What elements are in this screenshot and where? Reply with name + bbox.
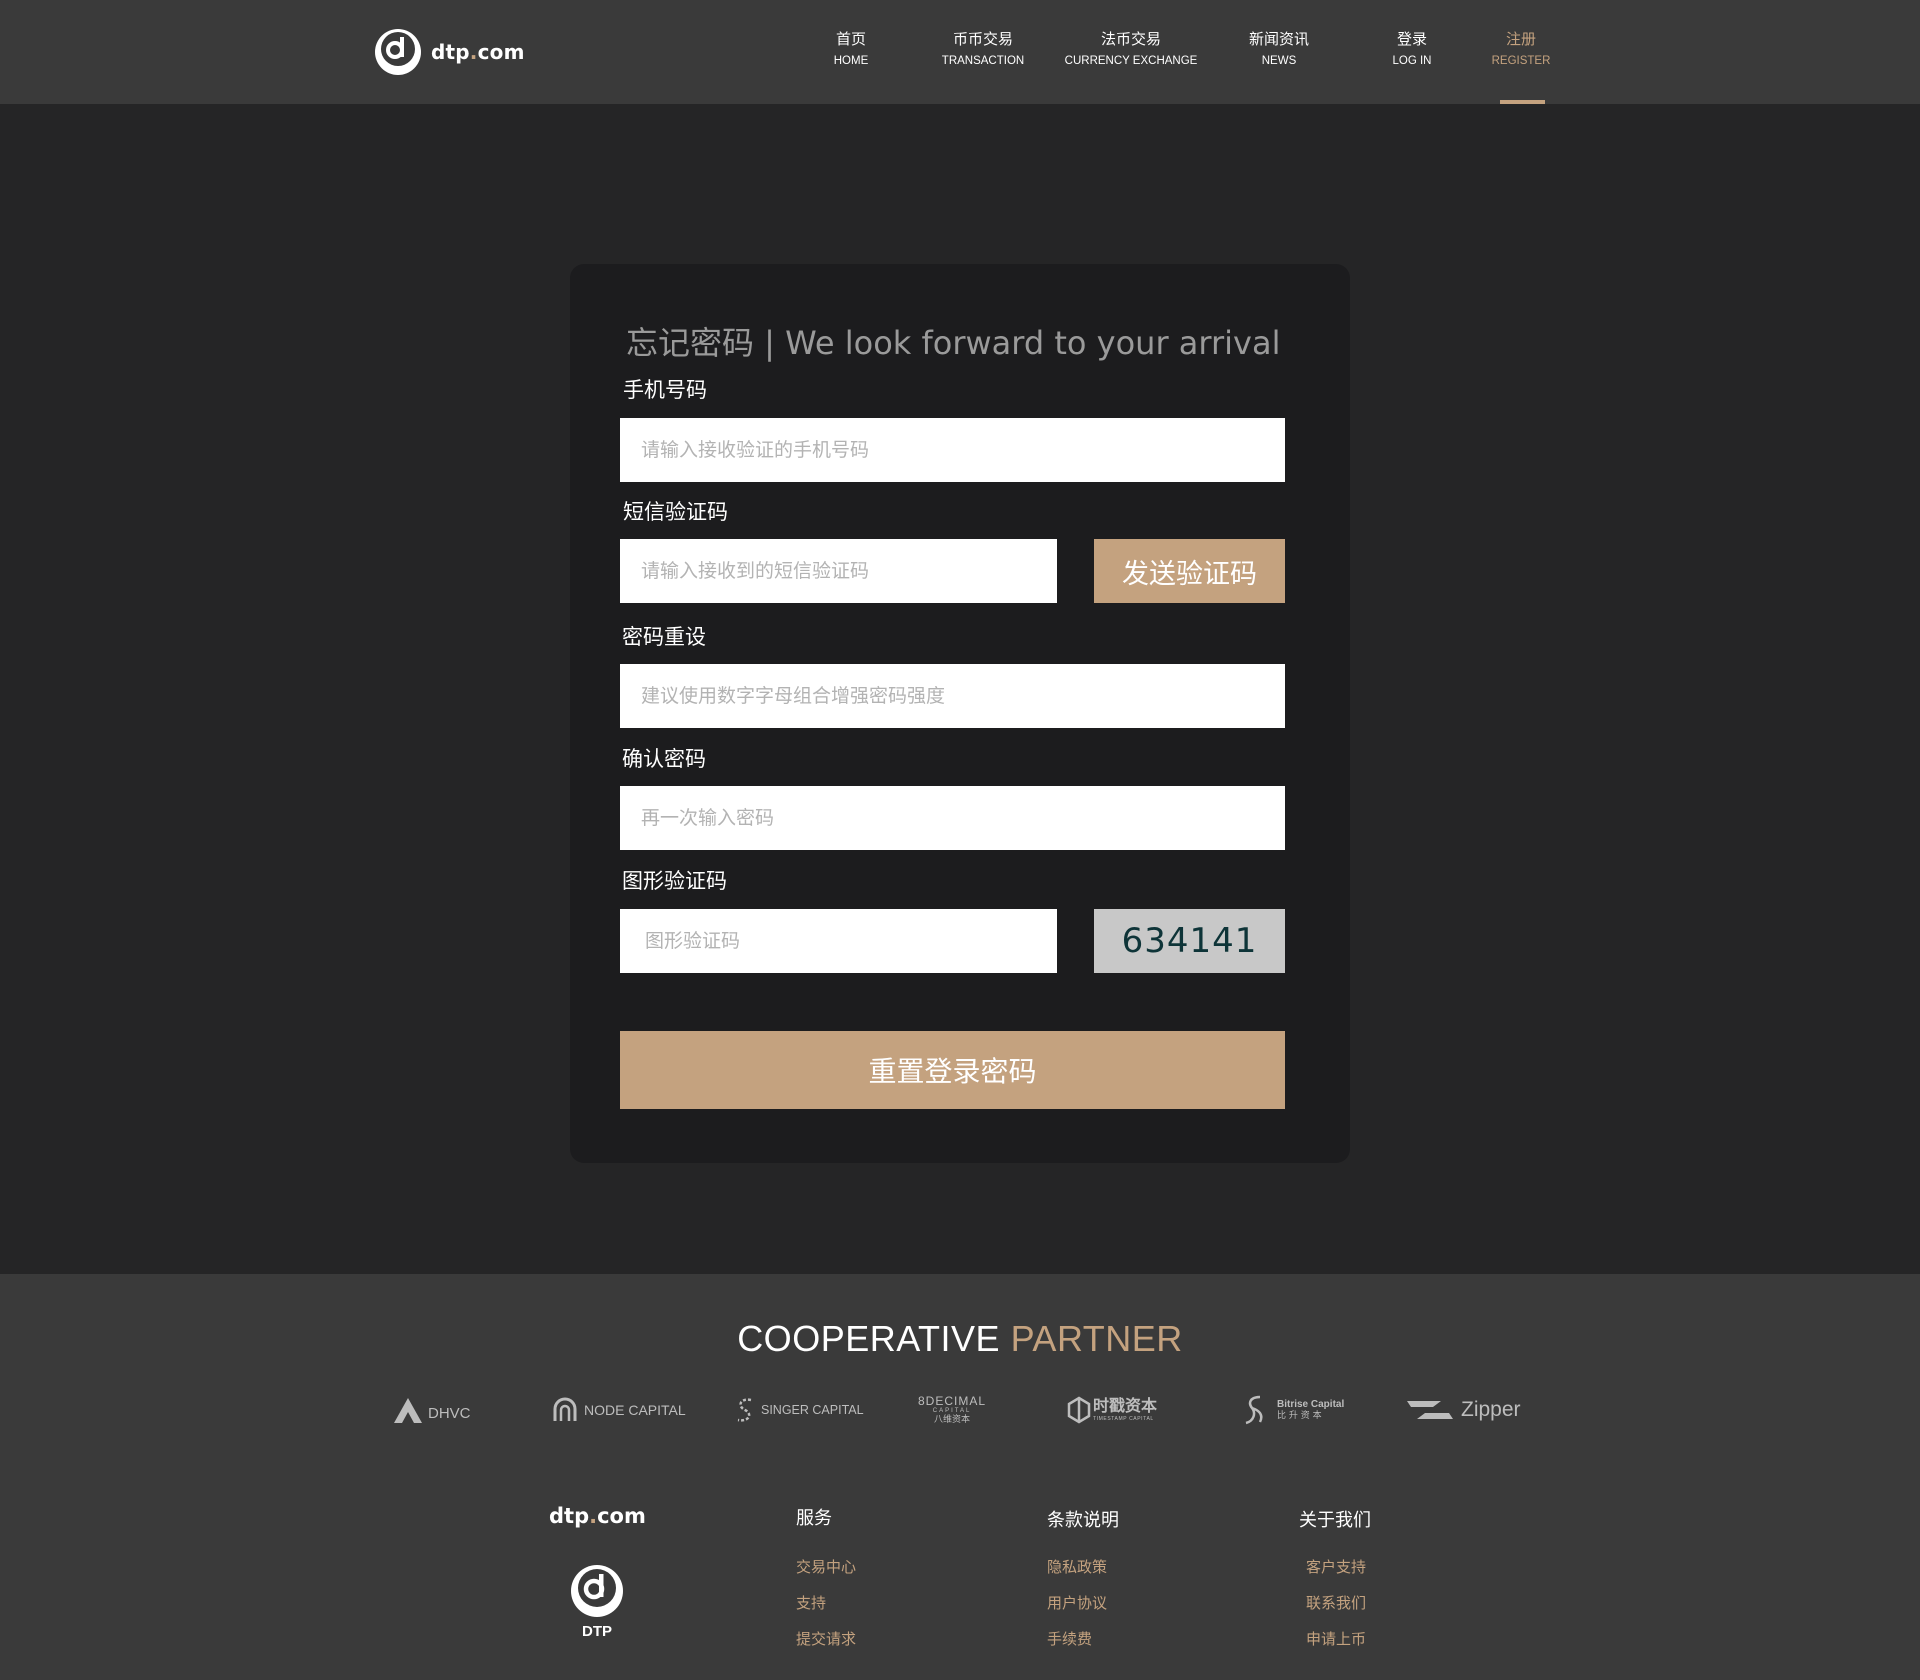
timestamp-capital-sub-label: TIMESTAMP CAPITAL	[1093, 1416, 1154, 1422]
confirm-password-input[interactable]	[620, 786, 1285, 850]
dtp-logo-icon	[375, 29, 421, 75]
nav-register-en: REGISTER	[1491, 55, 1551, 67]
nav-login-en: LOG IN	[1392, 55, 1432, 67]
forgot-password-card: 忘记密码 | We look forward to your arrival 手…	[570, 264, 1350, 1163]
singer-capital-label: SINGER CAPITAL	[761, 1403, 864, 1417]
8decimal-label: 8DECIMAL	[918, 1394, 987, 1408]
new-password-input[interactable]	[620, 664, 1285, 728]
nav-currency-exchange-zh: 法币交易	[1100, 30, 1162, 48]
node-capital-logo-icon	[553, 1397, 577, 1421]
captcha-image[interactable]: 634141	[1094, 909, 1285, 973]
nav-home-en: HOME	[833, 55, 869, 67]
partner-8decimal[interactable]: 8DECIMAL CAPITAL 八维资本	[918, 1390, 986, 1430]
nav-active-indicator	[1500, 100, 1545, 104]
partner-node-capital[interactable]: NODE CAPITAL	[552, 1390, 686, 1430]
confirm-password-label: 确认密码	[622, 747, 706, 771]
nav-register-zh: 注册	[1505, 30, 1537, 48]
footer-link-customer-support[interactable]: 客户支持	[1306, 1556, 1366, 1577]
phone-label: 手机号码	[623, 378, 707, 402]
footer-dtp-label: DTP	[582, 1623, 612, 1640]
zipper-label: Zipper	[1461, 1398, 1521, 1421]
zipper-logo-icon	[1407, 1401, 1453, 1419]
timestamp-capital-label: 时戳资本	[1093, 1396, 1158, 1415]
footer-link-contact-us[interactable]: 联系我们	[1306, 1592, 1366, 1613]
nav-home-zh: 首页	[835, 30, 866, 48]
partner-timestamp-capital[interactable]: 时戳资本 TIMESTAMP CAPITAL	[1067, 1390, 1157, 1430]
captcha-input[interactable]	[620, 909, 1057, 973]
logo-wordmark: dtp.com	[431, 40, 525, 64]
nav-login[interactable]: 登录 LOG IN	[1393, 28, 1432, 72]
footer-col-about-title: 关于我们	[1299, 1510, 1371, 1531]
cooperative-partner-heading: COOPERATIVE PARTNER	[0, 1318, 1920, 1360]
partner-singer-capital[interactable]: SINGER CAPITAL	[734, 1390, 864, 1430]
nav-transaction-en: TRANSACTION	[941, 55, 1025, 67]
nav-login-zh: 登录	[1396, 30, 1428, 48]
nav-currency-exchange[interactable]: 法币交易 CURRENCY EXCHANGE	[1065, 28, 1198, 72]
bitrise-capital-logo-icon	[1245, 1395, 1263, 1425]
nav-transaction-zh: 币币交易	[952, 30, 1014, 48]
nav-home[interactable]: 首页 HOME	[834, 28, 869, 72]
captcha-label: 图形验证码	[622, 869, 727, 893]
footer-col-terms-title: 条款说明	[1047, 1510, 1119, 1531]
footer-link-apply-listing[interactable]: 申请上币	[1306, 1628, 1366, 1649]
footer-link-support[interactable]: 支持	[796, 1592, 826, 1613]
footer-col-services-title: 服务	[796, 1508, 832, 1529]
nav-news[interactable]: 新闻资讯 NEWS	[1249, 28, 1309, 72]
footer-link-trading-center[interactable]: 交易中心	[796, 1556, 856, 1577]
nav-news-en: NEWS	[1261, 55, 1297, 67]
reset-password-submit-button[interactable]: 重置登录密码	[620, 1031, 1285, 1109]
dhvc-label: DHVC	[428, 1404, 471, 1422]
footer-link-submit-request[interactable]: 提交请求	[796, 1628, 856, 1649]
dhvc-logo-icon	[394, 1398, 422, 1423]
node-capital-label: NODE CAPITAL	[584, 1402, 686, 1418]
footer-dtp-logo-icon	[571, 1565, 623, 1617]
footer-link-fees[interactable]: 手续费	[1047, 1628, 1092, 1649]
8decimal-sub-label: CAPITAL	[932, 1408, 972, 1414]
singer-capital-logo-icon	[737, 1398, 752, 1422]
footer-logo-wordmark[interactable]: dtp.com	[549, 1504, 646, 1528]
timestamp-capital-logo-icon	[1067, 1396, 1091, 1424]
site-logo[interactable]: dtp.com	[374, 27, 525, 77]
footer-link-privacy-policy[interactable]: 隐私政策	[1047, 1556, 1107, 1577]
footer: COOPERATIVE PARTNER DHVC NODE CAPITAL SI…	[0, 1274, 1920, 1680]
bitrise-capital-cn-label: 比 升 资 本	[1277, 1410, 1322, 1421]
partner-zipper[interactable]: Zipper	[1405, 1390, 1521, 1430]
nav-news-zh: 新闻资讯	[1248, 30, 1310, 48]
nav-transaction[interactable]: 币币交易 TRANSACTION	[942, 28, 1024, 72]
partner-word: PARTNER	[1010, 1318, 1183, 1359]
send-code-button[interactable]: 发送验证码	[1094, 539, 1285, 603]
partner-dhvc[interactable]: DHVC	[392, 1390, 471, 1430]
bitrise-capital-label: Bitrise Capital	[1277, 1398, 1345, 1410]
sms-code-input[interactable]	[620, 539, 1057, 603]
8decimal-cn-label: 八维资本	[934, 1415, 971, 1425]
footer-link-user-agreement[interactable]: 用户协议	[1047, 1592, 1107, 1613]
top-header: dtp.com 首页 HOME 币币交易 TRANSACTION 法币交易 CU…	[0, 0, 1920, 104]
cooperative-word: COOPERATIVE	[737, 1318, 1001, 1359]
form-title: 忘记密码 | We look forward to your arrival	[626, 324, 1281, 362]
partner-bitrise-capital[interactable]: Bitrise Capital 比 升 资 本	[1242, 1390, 1344, 1430]
nav-currency-exchange-en: CURRENCY EXCHANGE	[1064, 55, 1198, 67]
phone-input[interactable]	[620, 418, 1285, 482]
nav-register[interactable]: 注册 REGISTER	[1492, 28, 1551, 72]
reset-password-label: 密码重设	[622, 625, 706, 649]
sms-code-label: 短信验证码	[623, 500, 728, 524]
